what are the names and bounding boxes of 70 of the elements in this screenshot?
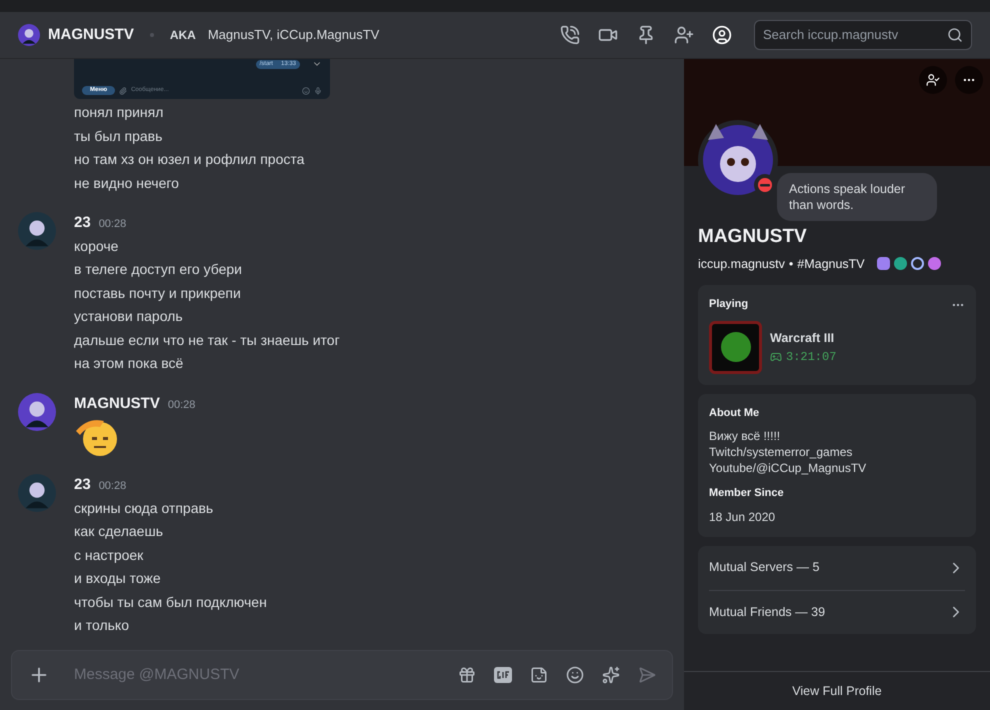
badge-icon[interactable] xyxy=(910,257,924,270)
message-text: и входы тоже xyxy=(74,569,162,588)
message-input[interactable]: Message @MAGNUSTV xyxy=(74,664,458,686)
about-heading: About Me xyxy=(709,406,760,421)
about-text: Youtube/@iCCup_MagnusTV xyxy=(709,460,868,476)
status-bubble: Actions speak louder than words. xyxy=(777,173,937,221)
user-profile-icon[interactable] xyxy=(712,25,732,45)
message-text: в телеге доступ его убери xyxy=(74,260,243,279)
profile-tag: #MagnusTV xyxy=(797,254,865,274)
member-since-date: 18 Jun 2020 xyxy=(709,508,776,526)
header-name: MAGNUSTV xyxy=(48,24,134,45)
avatar-icon[interactable] xyxy=(18,212,56,250)
paperclip-icon xyxy=(119,86,128,94)
message-text: как сделаешь xyxy=(74,522,164,541)
gift-icon[interactable] xyxy=(458,666,476,684)
message-composer[interactable]: Message @MAGNUSTV xyxy=(11,650,673,700)
message-text: ты был правь xyxy=(74,126,164,146)
view-full-profile-link[interactable]: View Full Profile xyxy=(792,682,882,700)
message-text: с настроек xyxy=(74,546,144,565)
aka-names: MagnusTV, iCCup.MagnusTV xyxy=(208,26,380,44)
author-name[interactable]: 23 xyxy=(74,212,91,234)
activity-heading: Playing xyxy=(709,297,748,312)
search-input[interactable]: Search iccup.magnustv xyxy=(763,25,947,45)
user-check-icon xyxy=(926,73,940,87)
game-title: Warcraft III xyxy=(770,330,836,347)
message-text: не видно нечего xyxy=(74,174,180,193)
mutuals-row[interactable]: Mutual Friends — 39 xyxy=(709,590,965,634)
message-text: понял принял xyxy=(74,103,164,122)
message-text: установи пароль xyxy=(74,307,184,326)
profile-username: iccup.magnustv xyxy=(698,256,785,273)
message-text: но там хз он юзел и рофлил проста xyxy=(74,150,306,169)
sparkle-icon[interactable] xyxy=(602,666,620,684)
mutuals-row[interactable]: Mutual Servers — 5 xyxy=(709,546,965,590)
profile-display-name: MAGNUSTV xyxy=(698,225,808,249)
elapsed-time: 3:21:07 xyxy=(786,348,836,366)
game-cover-placeholder xyxy=(709,320,762,374)
badge-icon[interactable] xyxy=(894,257,907,270)
message-time: 00:28 xyxy=(168,398,196,412)
about-text: Вижу всё !!!!! xyxy=(709,428,782,444)
message-time: 00:28 xyxy=(98,217,126,232)
user-check-button[interactable] xyxy=(919,66,947,94)
author-name[interactable]: 23 xyxy=(74,474,91,496)
add-user-icon[interactable] xyxy=(674,25,694,45)
message-text: дальше если что не так - ты знаешь итог xyxy=(74,330,340,350)
separator-dot: • xyxy=(788,256,794,272)
search-field[interactable]: Search iccup.magnustv xyxy=(754,20,972,50)
author-name[interactable]: MAGNUSTV xyxy=(74,392,160,415)
member-since-heading: Member Since xyxy=(709,486,785,502)
smile-icon xyxy=(302,86,310,94)
message-text: на этом пока всё xyxy=(74,354,184,373)
phone-icon[interactable] xyxy=(560,25,580,45)
avatar-icon[interactable] xyxy=(18,392,56,430)
avatar-icon[interactable] xyxy=(18,474,56,512)
message-time: 00:28 xyxy=(98,479,126,494)
message-text: чтобы ты сам был подключен xyxy=(74,592,267,612)
message-text: поставь почту и прикрепи xyxy=(74,284,242,303)
gamepad-icon xyxy=(770,350,782,363)
microphone-icon xyxy=(314,86,322,94)
emoji-icon[interactable] xyxy=(566,666,584,684)
avatar-icon[interactable] xyxy=(18,24,40,46)
gif-icon[interactable] xyxy=(494,667,512,683)
about-text: Twitch/systemerror_games xyxy=(709,444,854,460)
badge-icon[interactable] xyxy=(876,257,890,270)
message-text: скрины сюда отправь xyxy=(74,498,214,518)
message-text: и только xyxy=(74,616,130,635)
badge-icon[interactable] xyxy=(928,257,941,270)
search-icon xyxy=(947,27,963,43)
sticker-icon[interactable] xyxy=(530,666,548,684)
aka-label: AKA xyxy=(170,27,196,44)
message-text: короче xyxy=(74,236,120,256)
